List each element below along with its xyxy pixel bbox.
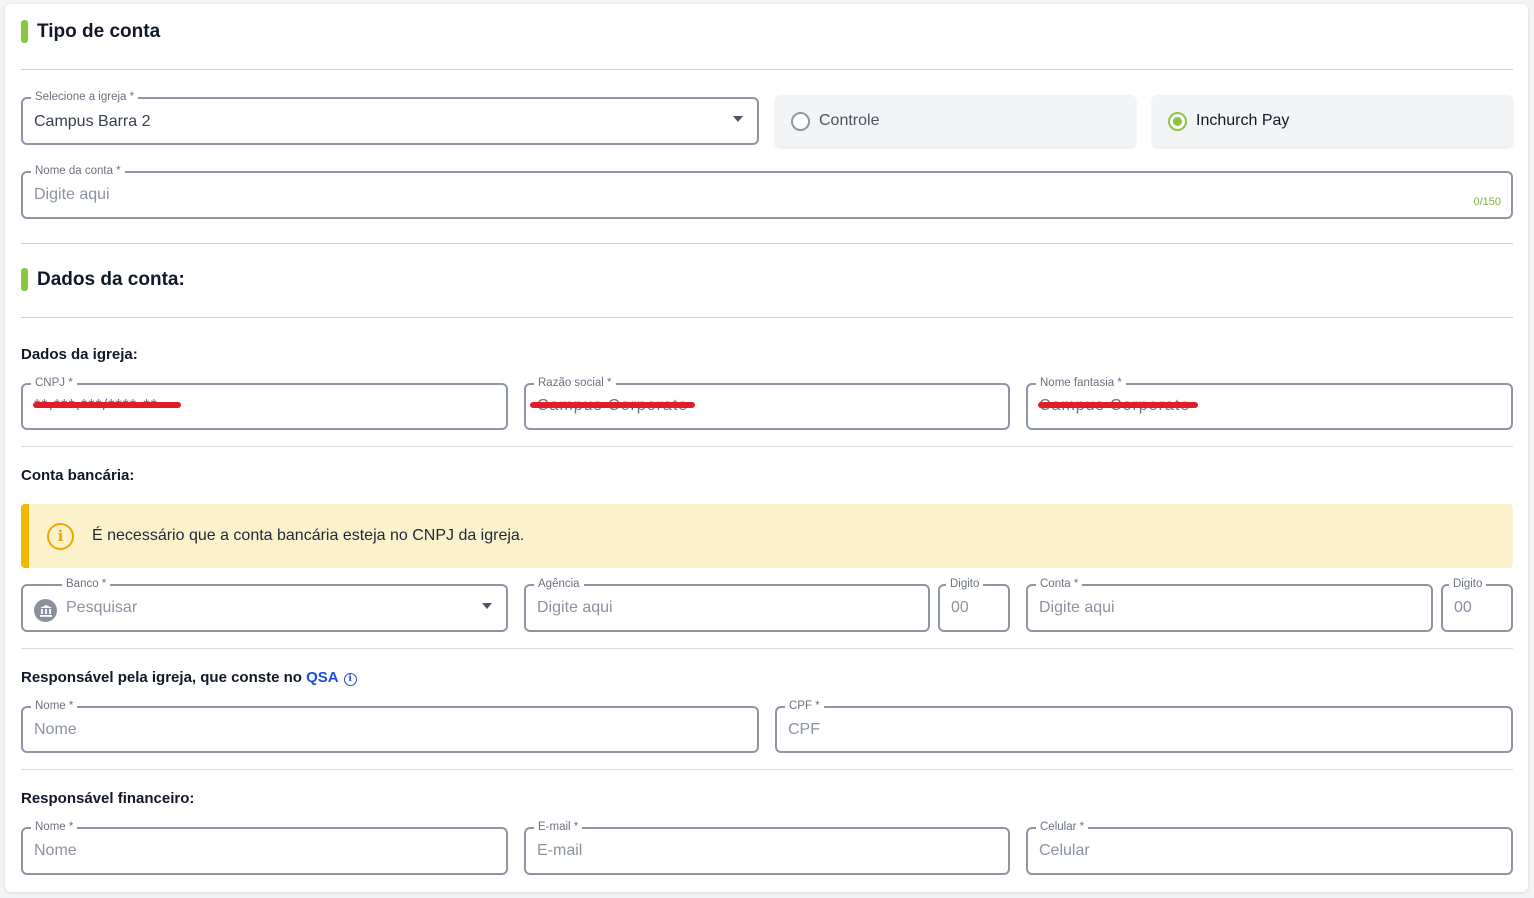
field-label: E-mail * bbox=[534, 820, 583, 834]
subsection-responsavel-financeiro: Responsável financeiro: bbox=[21, 790, 195, 807]
caret-down-icon[interactable] bbox=[733, 116, 743, 122]
field-placeholder: 00 bbox=[951, 599, 969, 616]
divider bbox=[21, 446, 1513, 447]
field-placeholder: Digite aqui bbox=[1039, 599, 1115, 616]
option-controle[interactable]: Controle bbox=[775, 95, 1136, 147]
radio-selected-icon[interactable] bbox=[1168, 111, 1187, 131]
field-label: Nome * bbox=[31, 820, 78, 834]
subsection-title: Responsável pela igreja, que conste no bbox=[21, 669, 302, 686]
option-label: Controle bbox=[819, 112, 880, 129]
divider bbox=[21, 243, 1513, 244]
redaction-mark bbox=[1038, 402, 1198, 408]
char-counter: 0/150 bbox=[1473, 196, 1501, 208]
responsavel-nome-field[interactable]: Nome * Nome bbox=[21, 699, 759, 753]
agencia-digito-field[interactable]: Digito 00 bbox=[938, 577, 1010, 632]
conta-field[interactable]: Conta * Digite aqui bbox=[1026, 577, 1433, 632]
field-placeholder: E-mail bbox=[537, 842, 583, 859]
nome-conta-field[interactable]: Nome da conta * Digite aqui 0/150 bbox=[21, 164, 1513, 219]
field-value: Campus Barra 2 bbox=[34, 113, 151, 130]
field-placeholder: CPF bbox=[788, 721, 820, 738]
redaction-mark bbox=[33, 402, 181, 408]
field-placeholder: Digite aqui bbox=[34, 186, 110, 203]
financeiro-celular-field[interactable]: Celular * Celular bbox=[1026, 820, 1513, 875]
redaction-mark bbox=[530, 402, 695, 408]
field-placeholder: Nome bbox=[34, 842, 77, 859]
caret-down-icon[interactable] bbox=[482, 603, 492, 609]
field-placeholder: Nome bbox=[34, 721, 77, 738]
section-title: Tipo de conta bbox=[37, 20, 161, 42]
section-accent-bar bbox=[21, 268, 28, 291]
field-placeholder: 00 bbox=[1454, 599, 1472, 616]
radio-icon[interactable] bbox=[791, 111, 810, 131]
divider bbox=[21, 69, 1513, 70]
field-label: Digito bbox=[946, 577, 984, 591]
info-icon[interactable]: i bbox=[343, 672, 357, 686]
field-label: Nome da conta * bbox=[31, 164, 125, 178]
financeiro-email-field[interactable]: E-mail * E-mail bbox=[524, 820, 1010, 875]
divider bbox=[21, 648, 1513, 649]
field-placeholder: Pesquisar bbox=[66, 599, 138, 616]
alert-banner: i É necessário que a conta bancária este… bbox=[21, 504, 1513, 568]
conta-digito-field[interactable]: Digito 00 bbox=[1441, 577, 1513, 632]
warning-info-icon: i bbox=[47, 522, 74, 550]
qsa-link[interactable]: QSA bbox=[306, 669, 339, 686]
banco-select[interactable]: Banco * Pesquisar bbox=[21, 577, 508, 632]
divider bbox=[21, 317, 1513, 318]
field-placeholder: Celular bbox=[1039, 842, 1090, 859]
responsavel-cpf-field[interactable]: CPF * CPF bbox=[775, 699, 1513, 753]
section-accent-bar bbox=[21, 20, 28, 43]
nome-fantasia-field[interactable]: Nome fantasia * Campus Corporate bbox=[1026, 376, 1513, 430]
agencia-field[interactable]: Agência Digite aqui bbox=[524, 577, 930, 632]
field-label: Banco * bbox=[62, 577, 111, 591]
alert-text: É necessário que a conta bancária esteja… bbox=[92, 527, 525, 544]
igreja-select[interactable]: Selecione a igreja * Campus Barra 2 bbox=[21, 90, 759, 145]
bank-icon bbox=[34, 599, 57, 622]
razao-social-field[interactable]: Razão social * Campus Corporate bbox=[524, 376, 1010, 430]
section-dados-conta: Dados da conta: bbox=[21, 268, 185, 291]
subsection-responsavel-igreja: Responsável pela igreja, que conste no Q… bbox=[21, 669, 357, 686]
field-label: Selecione a igreja * bbox=[31, 90, 139, 104]
field-label: Nome * bbox=[31, 699, 78, 713]
divider bbox=[21, 769, 1513, 770]
financeiro-nome-field[interactable]: Nome * Nome bbox=[21, 820, 508, 875]
field-label: CNPJ * bbox=[31, 376, 77, 390]
cnpj-field[interactable]: CNPJ * **.***.***/****-** bbox=[21, 376, 508, 430]
subsection-conta-bancaria: Conta bancária: bbox=[21, 467, 135, 484]
section-title: Dados da conta: bbox=[37, 268, 185, 290]
field-label: Conta * bbox=[1036, 577, 1083, 591]
field-label: Nome fantasia * bbox=[1036, 376, 1126, 390]
field-label: Digito bbox=[1449, 577, 1487, 591]
field-placeholder: Digite aqui bbox=[537, 599, 613, 616]
subsection-dados-igreja: Dados da igreja: bbox=[21, 346, 138, 363]
option-inchurch-pay[interactable]: Inchurch Pay bbox=[1152, 95, 1513, 147]
field-label: Razão social * bbox=[534, 376, 616, 390]
section-tipo-conta: Tipo de conta bbox=[21, 20, 160, 43]
field-label: CPF * bbox=[785, 699, 824, 713]
field-label: Celular * bbox=[1036, 820, 1089, 834]
field-label: Agência bbox=[534, 577, 584, 591]
option-label: Inchurch Pay bbox=[1196, 112, 1290, 129]
